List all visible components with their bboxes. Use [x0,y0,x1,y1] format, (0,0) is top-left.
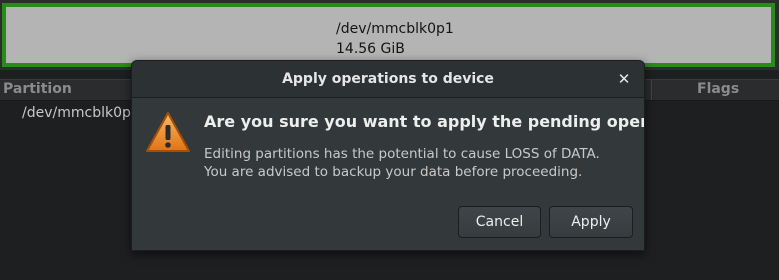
apply-operations-dialog: Apply operations to device ✕ Are you sur… [131,60,645,251]
column-separator [651,80,652,100]
partition-name: /dev/mmcblk0p1 [336,21,454,37]
close-icon[interactable]: ✕ [614,69,634,89]
table-row-partition[interactable]: /dev/mmcblk0p1 [22,105,140,121]
dialog-message-line1: Editing partitions has the potential to … [204,146,600,162]
dialog-message-line2: You are advised to backup your data befo… [204,164,583,180]
dialog-titlebar: Apply operations to device ✕ [132,61,644,98]
warning-icon [146,112,190,152]
dialog-title: Apply operations to device [282,71,494,87]
apply-button[interactable]: Apply [549,206,633,238]
partition-block[interactable]: /dev/mmcblk0p1 14.56 GiB [2,3,775,67]
cancel-button[interactable]: Cancel [458,206,541,238]
column-header-partition[interactable]: Partition [3,81,72,97]
partition-size: 14.56 GiB [336,41,405,57]
dialog-heading: Are you sure you want to apply the pendi… [204,112,644,131]
column-header-flags[interactable]: Flags [697,81,739,97]
